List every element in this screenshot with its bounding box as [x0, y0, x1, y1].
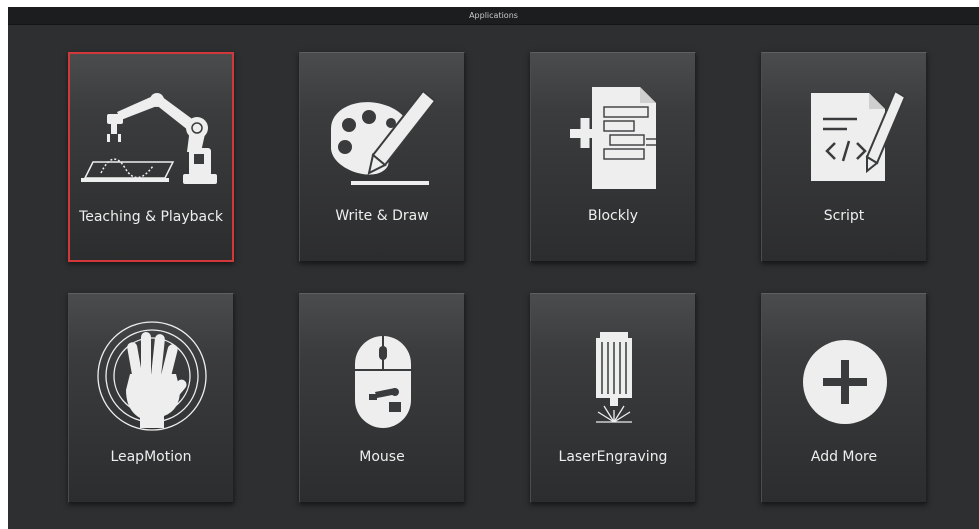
applications-window: Applications Teaching & Playback Write &…	[8, 7, 979, 529]
app-label: Teaching & Playback	[79, 209, 223, 225]
hand-icon	[97, 321, 207, 431]
script-document-icon	[811, 89, 907, 181]
add-circle-icon	[803, 340, 887, 424]
app-tile-write-draw[interactable]: Write & Draw	[299, 52, 465, 262]
app-tile-script[interactable]: Script	[761, 52, 927, 262]
app-tile-mouse[interactable]: Mouse	[299, 293, 465, 503]
app-label: Script	[823, 208, 865, 224]
app-tile-leapmotion[interactable]: LeapMotion	[68, 293, 234, 503]
window-title: Applications	[8, 7, 979, 25]
laser-icon	[596, 332, 632, 423]
app-tile-laserengraving[interactable]: LaserEngraving	[530, 293, 696, 503]
app-label: Mouse	[359, 449, 405, 465]
app-label: LeapMotion	[110, 449, 192, 465]
robot-arm-icon	[81, 93, 217, 184]
app-tile-add-more[interactable]: Add More	[761, 293, 927, 503]
app-tile-blockly[interactable]: Blockly	[530, 52, 696, 262]
app-tile-teaching-playback[interactable]: Teaching & Playback	[68, 52, 234, 262]
blockly-document-icon	[570, 87, 656, 189]
app-label: LaserEngraving	[558, 449, 668, 465]
palette-pencil-icon	[331, 89, 437, 185]
mouse-icon	[355, 336, 411, 428]
app-label: Write & Draw	[335, 208, 429, 224]
app-label: Add More	[810, 449, 878, 465]
app-label: Blockly	[587, 208, 639, 224]
